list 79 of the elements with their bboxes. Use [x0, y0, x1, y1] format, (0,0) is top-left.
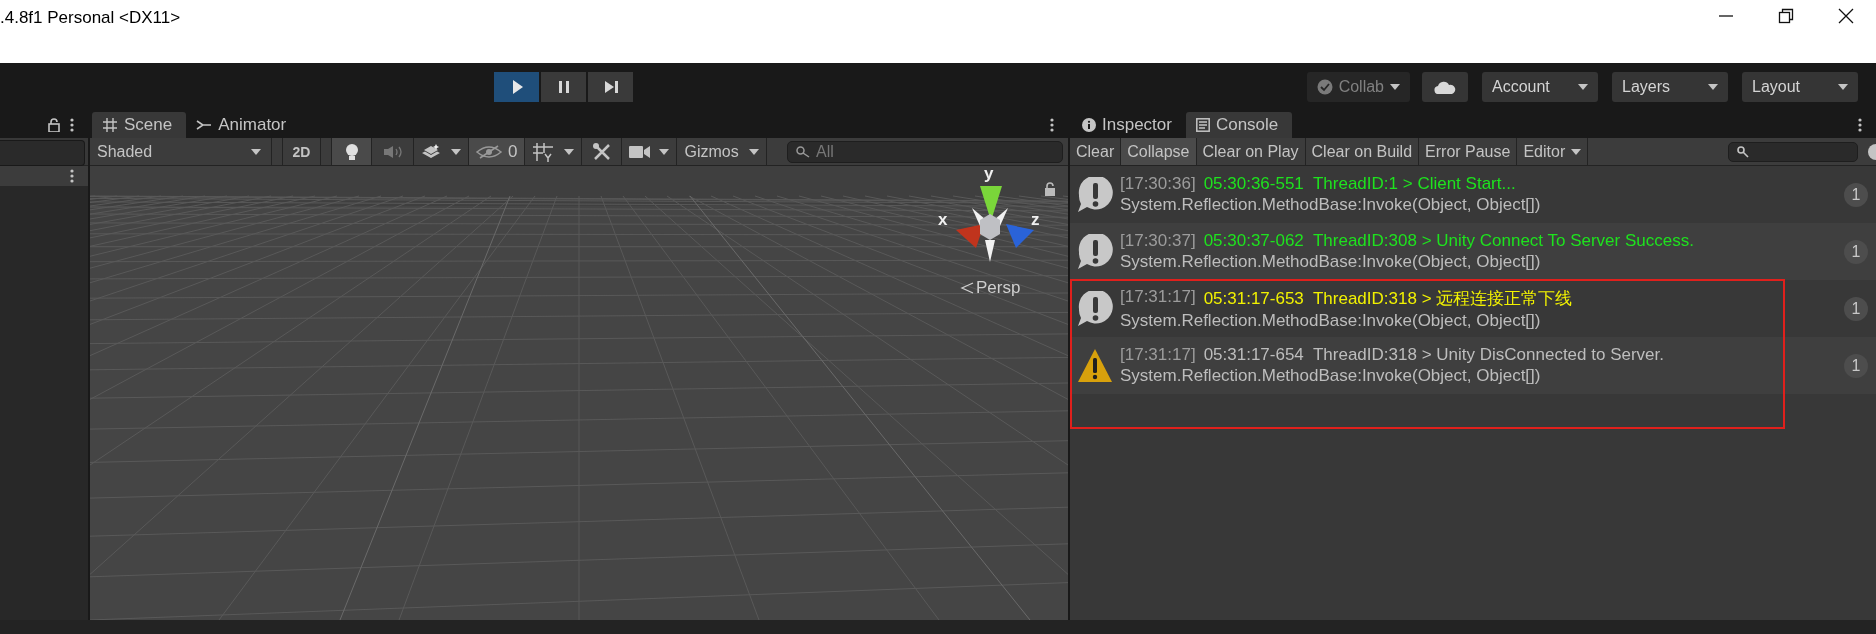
- restore-icon[interactable]: [1778, 8, 1794, 24]
- log-time: [17:30:37]: [1120, 231, 1196, 251]
- camera-icon: [629, 144, 652, 159]
- log-message: 05:31:17-654 ThreadID:318 > Unity DisConnected to Server.: [1203, 345, 1664, 365]
- axis-label: z: [1031, 210, 1040, 230]
- play-button[interactable]: [494, 71, 539, 102]
- caret-icon: [1838, 83, 1848, 90]
- log-time: [17:31:17]: [1120, 286, 1196, 308]
- layers-icon: [421, 143, 441, 160]
- chevron-icon: [960, 281, 974, 295]
- caret-icon: [1708, 83, 1718, 90]
- axis-label: x: [938, 210, 948, 230]
- step-icon: [602, 78, 619, 95]
- cloud-icon: [1434, 79, 1456, 94]
- log-message: 05:30:37-062 ThreadID:308 > Unity Connect To Server Success.: [1203, 231, 1694, 251]
- log-time: [17:31:17]: [1120, 345, 1196, 365]
- console-button[interactable]: Collapse: [1121, 138, 1197, 165]
- check-circle-icon: [1316, 78, 1333, 95]
- lock-icon[interactable]: [48, 118, 60, 132]
- dropdown-menu[interactable]: Layout: [1742, 71, 1858, 102]
- caret-icon: [1571, 148, 1582, 155]
- count-badge: 1: [1844, 182, 1868, 207]
- more-icon[interactable]: [70, 169, 74, 183]
- pause-button[interactable]: [541, 71, 586, 102]
- close-icon[interactable]: [1838, 8, 1854, 24]
- search-field[interactable]: [1728, 141, 1858, 162]
- log-message: 05:31:17-653 ThreadID:318 > 远程连接正常下线: [1203, 287, 1573, 310]
- more-icon[interactable]: [1050, 118, 1054, 132]
- animator-icon: [196, 117, 213, 133]
- search-icon: [796, 145, 810, 158]
- panel-tab[interactable]: Animator: [186, 112, 301, 138]
- message-icon: [1077, 233, 1113, 270]
- caret-icon: [1578, 83, 1588, 90]
- tools-icon: [591, 141, 612, 162]
- dropdown-menu[interactable]: Account: [1482, 71, 1598, 102]
- info-icon: [1082, 118, 1096, 132]
- caret-icon: [451, 148, 461, 155]
- lock-icon: [1044, 182, 1056, 196]
- log-message: 05:30:36-551 ThreadID:1 > Client Start...: [1203, 174, 1516, 194]
- hidden-eye-icon: [476, 144, 502, 159]
- search-icon: [1737, 145, 1749, 158]
- axis-label: y: [984, 166, 994, 184]
- window-title: .4.8f1 Personal <DX11>: [0, 8, 181, 28]
- caret-icon: [251, 148, 261, 155]
- caret-icon: [1390, 83, 1400, 90]
- search-field[interactable]: All: [787, 140, 1063, 163]
- grid-icon: [102, 117, 118, 133]
- lighting-toggle[interactable]: [332, 138, 372, 165]
- caret-icon: [564, 148, 575, 155]
- dropdown-menu[interactable]: Layers: [1612, 71, 1728, 102]
- stack-trace: System.Reflection.MethodBase:Invoke(Object, Object[]): [1120, 310, 1542, 331]
- stack-trace: System.Reflection.MethodBase:Invoke(Object, Object[]): [1120, 195, 1542, 215]
- panel-tab[interactable]: Scene: [92, 112, 187, 138]
- panel-tab[interactable]: Inspector: [1072, 112, 1186, 138]
- caret-icon: [659, 148, 670, 155]
- cloud-button[interactable]: [1422, 71, 1468, 102]
- document-icon: [1195, 118, 1210, 132]
- stack-trace: System.Reflection.MethodBase:Invoke(Object, Object[]): [1120, 366, 1542, 386]
- log-time: [17:30:36]: [1120, 174, 1196, 194]
- count-badge: 1: [1844, 239, 1868, 264]
- panel-tab[interactable]: Console: [1185, 112, 1293, 138]
- message-icon: [1077, 176, 1113, 213]
- more-icon[interactable]: [1858, 118, 1862, 132]
- grid-icon: [532, 141, 555, 162]
- more-icon[interactable]: [70, 118, 74, 132]
- light-bulb-icon: [344, 142, 359, 161]
- search-field[interactable]: [0, 139, 85, 166]
- message-icon: [1077, 290, 1113, 327]
- projection-button[interactable]: Persp: [960, 278, 1021, 298]
- speaker-icon: [382, 144, 403, 159]
- stack-trace: System.Reflection.MethodBase:Invoke(Object, Object[]): [1120, 252, 1542, 272]
- log-entry[interactable]: [17:31:17] 05:31:17-654 ThreadID:318 > Unity DisConnected to Server. System.Reflection.MethodBase:Invoke(Object, Object[]) 1: [1070, 337, 1876, 394]
- hidden-objects-toggle[interactable]: 0: [469, 138, 526, 165]
- count-badge: 1: [1844, 296, 1868, 321]
- count-badge: 1: [1844, 353, 1868, 378]
- caret-icon: [748, 148, 759, 155]
- step-button[interactable]: [588, 71, 633, 102]
- warning-icon: [1077, 347, 1113, 384]
- log-entry[interactable]: [17:30:37] 05:30:37-062 ThreadID:308 > Unity Connect To Server Success. System.Reflection.MethodBase:Invoke(Object, Object[]) 1: [1070, 223, 1876, 280]
